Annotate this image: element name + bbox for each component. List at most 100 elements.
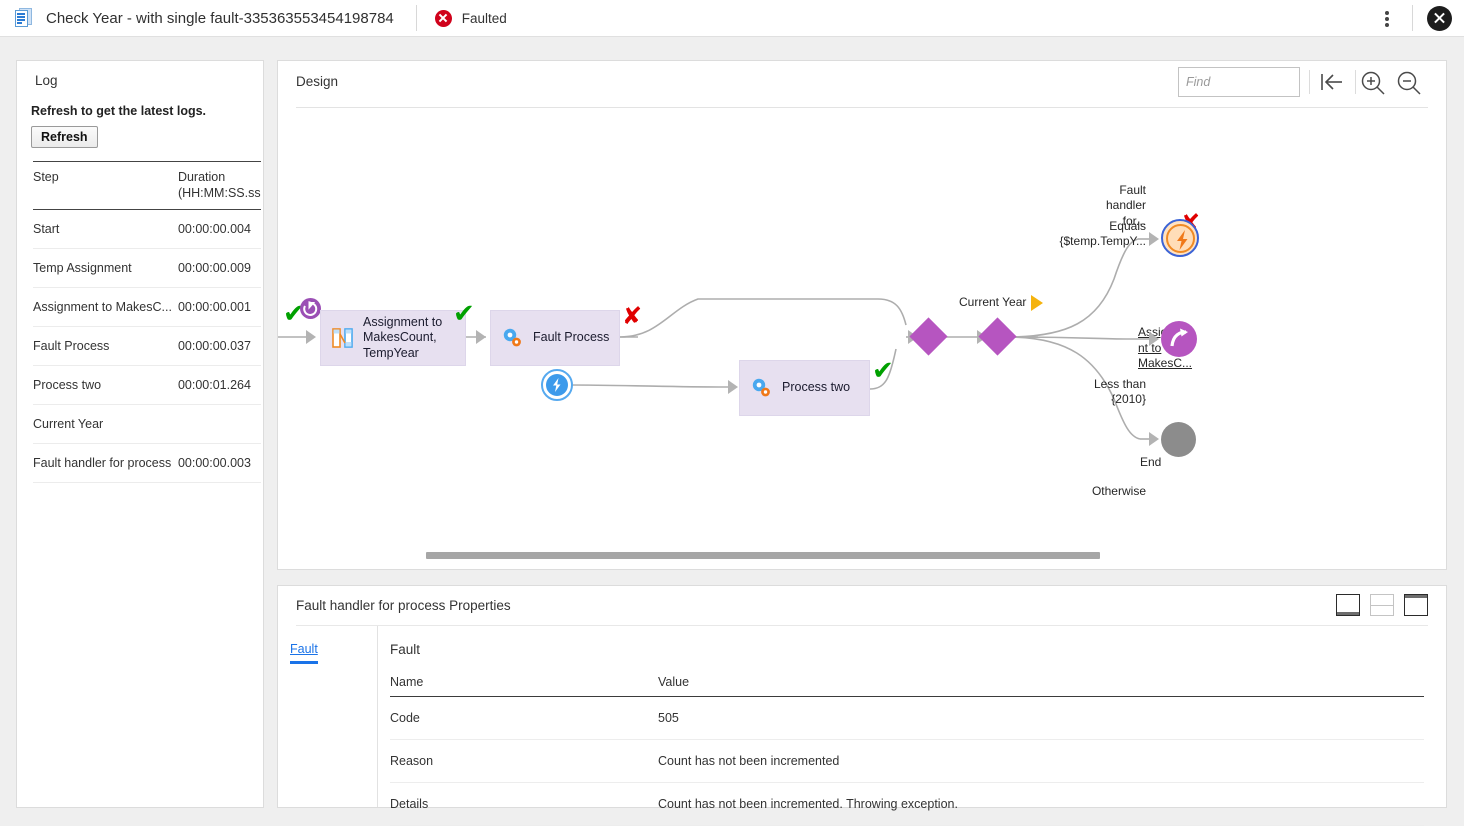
log-row-duration: 00:00:00.003	[171, 443, 261, 483]
log-row[interactable]: Fault handler for process 00:00:00.003	[33, 443, 261, 483]
assignment-icon	[331, 326, 357, 350]
log-row-step: Current Year	[33, 404, 172, 444]
arrowhead	[728, 380, 738, 394]
properties-panel: Fault handler for process Properties Fau…	[277, 585, 1447, 826]
properties-title: Fault handler for process Properties	[296, 598, 511, 613]
title-bar: Check Year - with single fault-335363553…	[0, 0, 1464, 37]
log-panel: Log Refresh to get the latest logs. Refr…	[16, 60, 264, 808]
property-value: Count has not been incremented	[658, 739, 1424, 783]
col-value: Value	[658, 670, 1424, 697]
arrowhead	[1149, 332, 1159, 346]
log-row[interactable]: Current Year	[33, 404, 261, 444]
property-value: Count has not been incremented. Throwing…	[658, 782, 1424, 826]
canvas-horizontal-scrollbar[interactable]	[426, 552, 1100, 559]
label-end: End	[1140, 455, 1162, 469]
log-row[interactable]: Process two 00:00:01.264	[33, 365, 261, 405]
design-header: Design	[296, 61, 1428, 108]
log-col-step: Step	[33, 161, 172, 210]
layout-top-icon[interactable]	[1404, 594, 1428, 616]
log-row-duration: 00:00:00.001	[171, 287, 261, 327]
node-fault-process[interactable]: Fault Process	[490, 310, 620, 366]
link-line3: MakesC...	[1138, 356, 1193, 371]
properties-content: Fault Name Value Code 505 Reason Count has …	[378, 626, 1446, 826]
property-name: Reason	[390, 739, 658, 783]
design-label: Design	[296, 74, 339, 89]
arrowhead	[1149, 232, 1159, 246]
status-badge: Faulted	[434, 9, 507, 27]
node-process-two[interactable]: Process two	[739, 360, 870, 416]
log-row-step: Assignment to MakesC...	[33, 287, 172, 327]
blue-bolt-icon[interactable]	[541, 369, 573, 401]
zoom-out-icon[interactable]	[1394, 69, 1424, 97]
label-equals-condition: Equals {$temp.TempY...	[1026, 219, 1147, 250]
log-row[interactable]: Temp Assignment 00:00:00.009	[33, 248, 261, 288]
label-current-year: Current Year	[959, 295, 1027, 309]
log-row[interactable]: Fault Process 00:00:00.037	[33, 326, 261, 366]
properties-header-row: Name Value	[390, 670, 1424, 697]
log-col-duration-line2: (HH:MM:SS.ss	[177, 186, 261, 201]
layout-bottom-icon[interactable]	[1336, 594, 1360, 616]
log-row-step: Process two	[33, 365, 172, 405]
jump-arrow-icon[interactable]	[1161, 321, 1197, 357]
log-row[interactable]: Start 00:00:00.004	[33, 209, 261, 249]
design-panel: Design Find ✔ Assignment to MakesCount, …	[277, 60, 1447, 570]
table-row: Details Count has not been incremented. T…	[390, 782, 1424, 826]
label-otherwise: Otherwise	[1091, 484, 1146, 498]
end-circle-icon[interactable]	[1161, 422, 1196, 457]
zoom-in-icon[interactable]	[1358, 69, 1388, 97]
divider	[1309, 70, 1310, 94]
node-assignment[interactable]: Assignment to MakesCount, TempYear	[320, 310, 466, 366]
log-col-duration-line1: Duration	[177, 170, 226, 184]
status-label: Faulted	[461, 10, 507, 26]
log-row[interactable]: Assignment to MakesC... 00:00:00.001	[33, 287, 261, 327]
process-gear-icon	[750, 376, 776, 400]
log-panel-title: Log	[35, 73, 58, 88]
layout-split-icon[interactable]	[1370, 594, 1394, 616]
log-row-step: Temp Assignment	[33, 248, 172, 288]
close-icon[interactable]	[1427, 5, 1452, 31]
log-row-duration: 00:00:01.264	[171, 365, 261, 405]
log-row-duration: 00:00:00.004	[171, 209, 261, 249]
arrowhead	[476, 330, 486, 344]
document-icon	[14, 7, 34, 29]
arrowhead	[306, 330, 316, 344]
log-row-step: Fault Process	[33, 326, 172, 366]
process-gear-icon	[501, 326, 527, 350]
status-check-assignment: ✔	[453, 299, 475, 329]
divider	[1412, 5, 1413, 31]
log-row-duration: 00:00:00.009	[171, 248, 261, 288]
page-title: Check Year - with single fault-335363553…	[46, 9, 394, 27]
property-name: Code	[390, 696, 658, 740]
label-equals-line1: Equals	[1109, 219, 1146, 233]
design-canvas[interactable]: ✔ Assignment to MakesCount, TempYear ✔ F…	[278, 109, 1446, 570]
property-name: Details	[390, 782, 658, 826]
error-circle-icon	[434, 9, 452, 27]
property-value: 505	[658, 696, 1424, 740]
log-row-duration	[171, 404, 261, 444]
table-row: Reason Count has not been incremented	[390, 739, 1424, 783]
log-table-header-row: Step Duration (HH:MM:SS.ss	[33, 161, 261, 210]
label-lessthan-line2: {2010}	[1111, 392, 1146, 407]
log-row-step: Fault handler for process	[33, 443, 172, 483]
status-cross-fault-process: ✘	[622, 302, 643, 330]
tab-fault[interactable]: Fault	[290, 642, 318, 664]
fit-to-screen-icon[interactable]	[1316, 69, 1346, 95]
properties-tab-column: Fault	[278, 626, 378, 807]
log-col-duration: Duration (HH:MM:SS.ss	[171, 161, 261, 210]
node-assignment-label: Assignment to MakesCount, TempYear	[363, 314, 443, 360]
arrowhead	[1149, 432, 1159, 446]
start-badge-icon	[300, 298, 321, 319]
orange-bolt-fault-handler-icon[interactable]	[1161, 219, 1199, 257]
kebab-menu-icon[interactable]	[1376, 6, 1398, 30]
log-row-duration: 00:00:00.037	[171, 326, 261, 366]
col-name: Name	[390, 670, 658, 697]
table-row: Code 505	[390, 696, 1424, 740]
log-row-step: Start	[33, 209, 172, 249]
node-process-two-label: Process two	[782, 380, 851, 395]
play-triangle-icon[interactable]	[1031, 295, 1043, 311]
refresh-button[interactable]: Refresh	[31, 126, 98, 148]
node-fault-process-label: Fault Process	[533, 330, 610, 345]
find-input[interactable]	[1178, 67, 1300, 97]
properties-header: Fault handler for process Properties	[296, 586, 1428, 626]
layout-icon-group	[1336, 594, 1428, 616]
